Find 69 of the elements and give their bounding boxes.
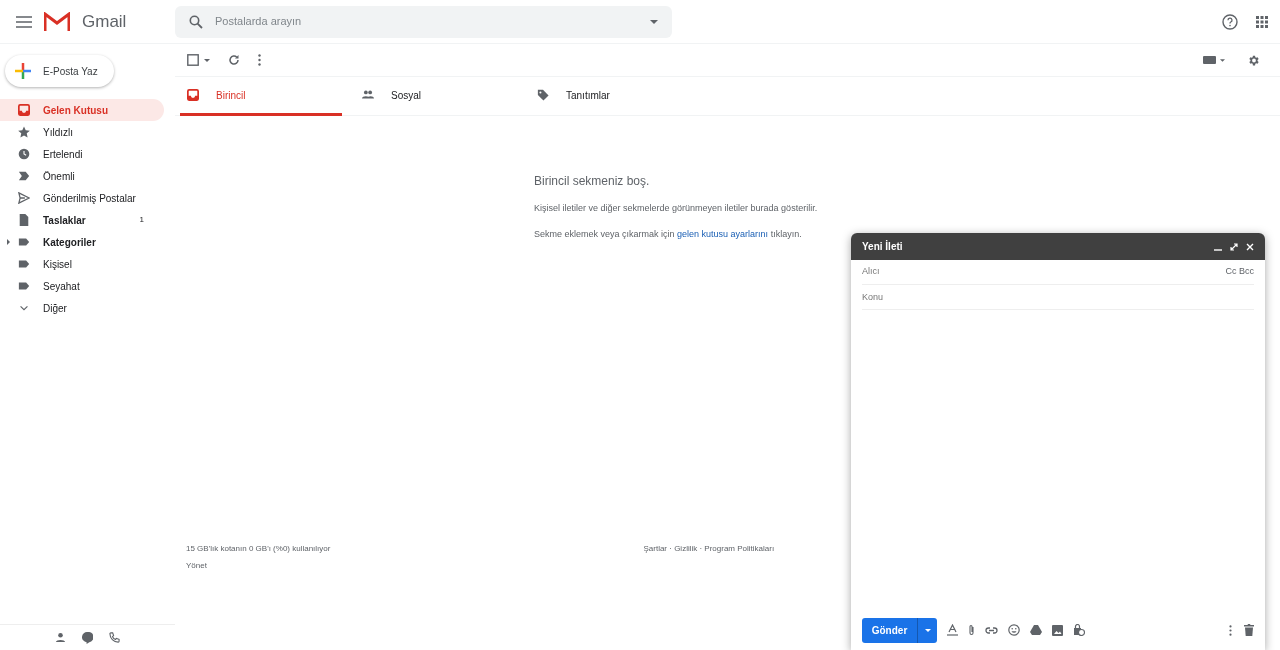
- sidebar-item[interactable]: Gönderilmiş Postalar: [0, 187, 164, 209]
- refresh-icon[interactable]: [228, 54, 240, 66]
- image-icon[interactable]: [1052, 624, 1063, 636]
- empty-state-message: Kişisel iletiler ve diğer sekmelerde görünmeyen iletiler burada gösterilir.: [534, 202, 819, 215]
- category-tab[interactable]: Tanıtımlar: [530, 77, 692, 116]
- category-tab[interactable]: Birincil: [180, 77, 342, 116]
- expand-caret-icon[interactable]: [7, 239, 10, 245]
- apps-grid-icon[interactable]: [1256, 15, 1268, 28]
- category-tab[interactable]: Sosyal: [355, 77, 517, 116]
- search-icon: [189, 14, 203, 29]
- chat-bubble-icon[interactable]: [82, 631, 93, 644]
- expand-icon[interactable]: [1230, 242, 1238, 251]
- lock-clock-icon[interactable]: [1073, 624, 1085, 636]
- compose-title: Yeni İleti: [862, 239, 903, 254]
- more-vertical-icon[interactable]: [1229, 624, 1232, 636]
- person-icon[interactable]: [55, 632, 66, 643]
- send-icon: [18, 192, 30, 204]
- compose-button[interactable]: E-Posta Yaz: [5, 55, 114, 87]
- label-icon: [18, 258, 30, 270]
- inbox-icon: [187, 89, 199, 101]
- sidebar-item[interactable]: Ertelendi: [0, 143, 164, 165]
- document-icon: [18, 214, 30, 226]
- clock-icon: [18, 148, 30, 160]
- sidebar-item[interactable]: Yıldızlı: [0, 121, 164, 143]
- sidebar-item[interactable]: Diğer: [0, 297, 164, 319]
- sidebar-item[interactable]: Kategoriler: [0, 231, 164, 253]
- inbox-icon: [18, 104, 30, 116]
- smiley-icon[interactable]: [1008, 624, 1020, 636]
- menu-icon[interactable]: [16, 15, 32, 28]
- dropdown-caret-icon[interactable]: [650, 19, 658, 24]
- cc-bcc-link[interactable]: Cc Bcc: [1225, 265, 1254, 279]
- app-name: Gmail: [82, 10, 127, 33]
- label-icon: [18, 280, 30, 292]
- phone-icon[interactable]: [109, 632, 120, 643]
- subject-field[interactable]: Konu: [862, 285, 1254, 310]
- people-icon: [362, 89, 374, 101]
- send-options-button[interactable]: [917, 617, 937, 643]
- dropdown-caret-icon[interactable]: [204, 58, 210, 62]
- text-format-icon[interactable]: [947, 624, 958, 636]
- manage-link[interactable]: Yönet: [186, 560, 331, 572]
- inbox-settings-link[interactable]: gelen kutusu ayarlarını: [677, 228, 769, 239]
- envelope-logo-icon: [44, 11, 70, 32]
- tag-icon: [537, 89, 549, 101]
- send-button[interactable]: Gönder: [862, 617, 917, 643]
- settings-icon[interactable]: [1247, 53, 1260, 67]
- label-icon: [18, 236, 30, 248]
- sidebar-item[interactable]: Kişisel: [0, 253, 164, 275]
- chevron-label-icon: [18, 170, 30, 182]
- caret-icon: [924, 628, 931, 632]
- dropdown-caret-icon[interactable]: [1220, 58, 1225, 62]
- empty-state-title: Birincil sekmeniz boş.: [534, 173, 651, 190]
- storage-usage-text: 15 GB'lık kotanın 0 GB'ı (%0) kullanılıyor: [186, 543, 331, 555]
- search-field[interactable]: Postalarda arayın: [175, 5, 672, 38]
- search-input[interactable]: Postalarda arayın: [215, 13, 638, 30]
- sidebar-item[interactable]: Önemli: [0, 165, 164, 187]
- recipient-field[interactable]: Alıcı: [862, 265, 1226, 279]
- plus-icon: [15, 63, 31, 79]
- close-icon[interactable]: [1246, 242, 1254, 251]
- star-icon: [18, 126, 30, 138]
- sidebar-item[interactable]: Gelen Kutusu: [0, 99, 164, 121]
- sidebar-item[interactable]: Seyahat: [0, 275, 164, 297]
- sidebar-item[interactable]: Taslaklar 1: [0, 209, 164, 231]
- trash-icon[interactable]: [1244, 624, 1254, 636]
- paperclip-icon[interactable]: [968, 624, 975, 636]
- link-icon[interactable]: [985, 626, 998, 634]
- checkbox-icon[interactable]: [187, 54, 199, 66]
- help-icon[interactable]: [1222, 13, 1238, 30]
- more-vertical-icon[interactable]: [258, 54, 261, 66]
- footer-links[interactable]: Şartlar · Gizlilik · Program Politikaları: [643, 543, 775, 572]
